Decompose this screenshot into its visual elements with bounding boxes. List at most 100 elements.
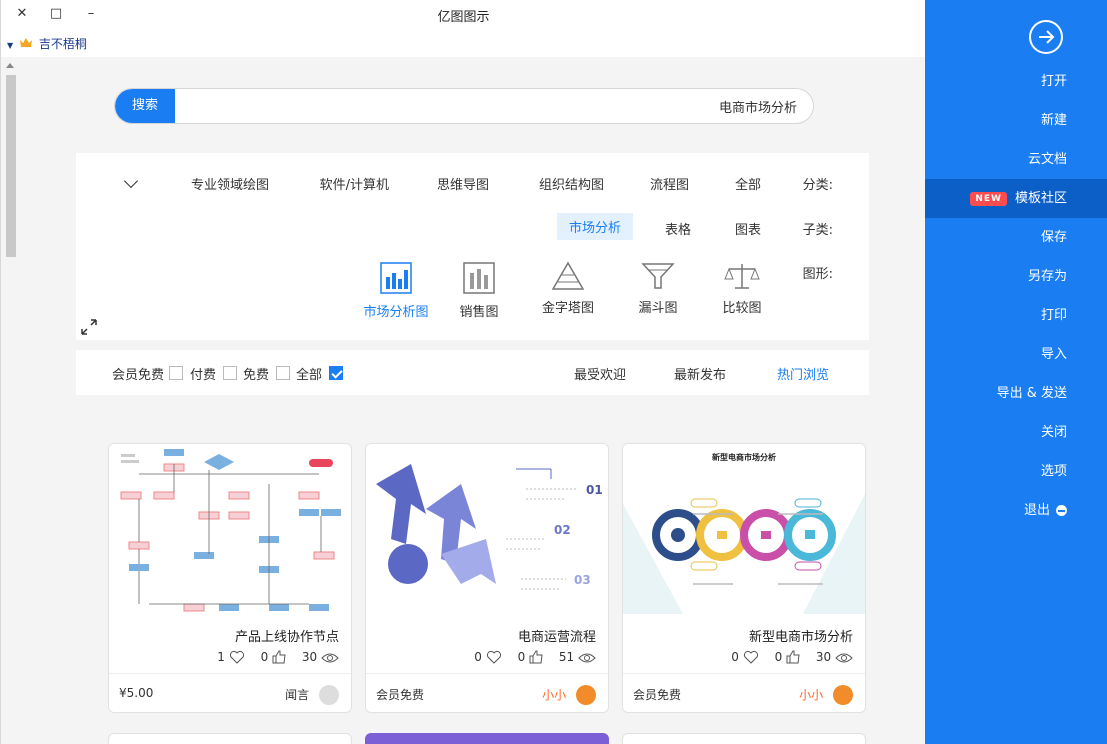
sidebar-item-open[interactable]: 打开 — [925, 62, 1107, 101]
card-title: 新型电商市场分析 — [748, 630, 853, 645]
subtype-chart[interactable]: 图表 — [735, 219, 761, 238]
card-footer: 闻言 ¥5.00 — [109, 673, 351, 712]
view-stat: 30 — [816, 650, 853, 664]
user-menu[interactable]: ▼ 吉不梧桐 — [7, 35, 87, 52]
file-sidebar: 打开 新建 云文档 NEW 模板社区 保存 另存为 打印 导入 导出 & 发送 关… — [925, 0, 1107, 744]
step-label-1: 01 — [586, 483, 603, 497]
filter-free-label: 免费 — [243, 368, 270, 383]
author-name: 闻言 — [285, 688, 310, 702]
filter-all-label: 全部 — [296, 368, 323, 383]
fullscreen-icon[interactable] — [81, 319, 97, 335]
avatar — [833, 685, 853, 705]
category-org-chart[interactable]: 组织结构图 — [539, 174, 604, 193]
sort-popular[interactable]: 最受欢迎 — [574, 364, 626, 383]
filter-paid-label: 付费 — [190, 368, 217, 383]
card-stats: 0 0 30 — [719, 650, 853, 664]
like-stat[interactable]: 0 — [518, 650, 543, 664]
step-label-3: 03 — [574, 573, 591, 587]
scroll-up-icon[interactable] — [6, 63, 14, 68]
card-price: 会员免费 — [633, 688, 682, 702]
sidebar-item-new[interactable]: 新建 — [925, 101, 1107, 140]
sort-hot[interactable]: 热门浏览 — [777, 364, 829, 383]
category-software[interactable]: 软件/计算机 — [320, 174, 389, 193]
category-flowchart[interactable]: 流程图 — [650, 174, 689, 193]
card-stats: 1 0 30 — [205, 650, 339, 664]
avatar — [576, 685, 596, 705]
template-card[interactable]: 产品上线协作节点 1 0 30 闻言 ¥5.00 — [108, 443, 352, 713]
category-all[interactable]: 全部 — [735, 174, 761, 193]
category-label: 分类: — [802, 178, 833, 193]
author-name: 小小 — [799, 688, 824, 702]
favorite-count: 0 — [474, 650, 482, 664]
template-card-partial[interactable] — [622, 733, 866, 744]
user-bar: ▼ 吉不梧桐 — [1, 30, 926, 57]
category-professional[interactable]: 专业领域绘图 — [191, 174, 269, 193]
funnel-icon — [641, 263, 675, 289]
like-stat[interactable]: 0 — [775, 650, 800, 664]
favorite-count: 0 — [731, 650, 739, 664]
view-count: 30 — [815, 650, 832, 664]
filter-paid-checkbox[interactable] — [223, 366, 237, 380]
template-card[interactable]: 01 02 03 电商运营流程 0 0 51 小小 会员免费 — [365, 443, 609, 713]
shape-comparison[interactable]: 比较图 — [708, 261, 776, 316]
scale-icon — [724, 264, 760, 289]
sidebar-item-print[interactable]: 打印 — [925, 296, 1107, 335]
author-name: 小小 — [542, 688, 567, 702]
filter-member-checkbox[interactable] — [169, 366, 183, 380]
sidebar-item-options[interactable]: 选项 — [925, 452, 1107, 491]
subtype-market-analysis[interactable]: 市场分析 — [556, 213, 633, 240]
title-bar: ✕ □ – 亿图图示 — [1, 0, 926, 30]
scroll-thumb[interactable] — [6, 75, 16, 257]
vertical-scrollbar[interactable] — [4, 60, 18, 744]
sidebar-item-cloud[interactable]: 云文档 — [925, 140, 1107, 179]
shape-label: 图形: — [802, 267, 833, 282]
back-arrow-icon[interactable] — [1029, 20, 1063, 54]
template-card-partial[interactable] — [365, 733, 609, 744]
filter-member-label: 会员免费 — [112, 368, 165, 383]
view-stat: 51 — [559, 650, 596, 664]
view-count: 30 — [301, 650, 318, 664]
filter-all-checkbox[interactable] — [329, 366, 343, 380]
card-author[interactable]: 闻言 — [285, 685, 339, 705]
shape-label-pyramid: 金字塔图 — [541, 301, 594, 316]
card-title: 电商运营流程 — [517, 630, 596, 645]
search-input[interactable] — [175, 89, 813, 123]
thumbs-up-icon — [272, 650, 286, 664]
search-button[interactable]: 搜索 — [115, 89, 175, 123]
favorite-stat[interactable]: 0 — [731, 650, 758, 664]
template-thumbnail — [109, 444, 351, 614]
market-chart-icon — [380, 262, 412, 294]
template-card-partial[interactable] — [108, 733, 352, 744]
bar-chart-icon — [463, 262, 495, 294]
card-footer: 小小 会员免费 — [366, 673, 608, 712]
sidebar-item-template-community[interactable]: NEW 模板社区 — [925, 179, 1107, 218]
favorite-stat[interactable]: 1 — [217, 650, 244, 664]
sidebar-item-import[interactable]: 导入 — [925, 335, 1107, 374]
exit-icon — [1056, 505, 1067, 516]
sort-newest[interactable]: 最新发布 — [674, 364, 726, 383]
sidebar-item-save[interactable]: 保存 — [925, 218, 1107, 257]
chevron-down-icon[interactable] — [123, 173, 139, 189]
heart-icon — [486, 650, 501, 664]
card-author[interactable]: 小小 — [799, 685, 853, 705]
caret-down-icon: ▼ — [7, 41, 14, 50]
shape-funnel[interactable]: 漏斗图 — [624, 261, 692, 316]
favorite-stat[interactable]: 0 — [474, 650, 501, 664]
shape-pyramid[interactable]: 金字塔图 — [534, 261, 602, 316]
like-stat[interactable]: 0 — [261, 650, 286, 664]
card-stats: 0 0 51 — [462, 650, 596, 664]
category-mindmap[interactable]: 思维导图 — [437, 174, 489, 193]
card-price: ¥5.00 — [119, 686, 154, 700]
shape-market-analysis[interactable]: 市场分析图 — [346, 261, 446, 320]
subtype-table[interactable]: 表格 — [665, 219, 691, 238]
sidebar-item-exit[interactable]: 退出 — [925, 491, 1107, 530]
sort-bar: 热门浏览 最新发布 最受欢迎 全部 免费 付费 会员免费 — [76, 350, 869, 395]
view-stat: 30 — [302, 650, 339, 664]
shape-sales[interactable]: 销售图 — [445, 261, 513, 320]
filter-free-checkbox[interactable] — [276, 366, 290, 380]
sidebar-item-save-as[interactable]: 另存为 — [925, 257, 1107, 296]
template-card[interactable]: 新型电商市场分析 新型电商市场分析 0 0 30 小小 会员免费 — [622, 443, 866, 713]
sidebar-item-close[interactable]: 关闭 — [925, 413, 1107, 452]
sidebar-item-export[interactable]: 导出 & 发送 — [925, 374, 1107, 413]
card-author[interactable]: 小小 — [542, 685, 596, 705]
